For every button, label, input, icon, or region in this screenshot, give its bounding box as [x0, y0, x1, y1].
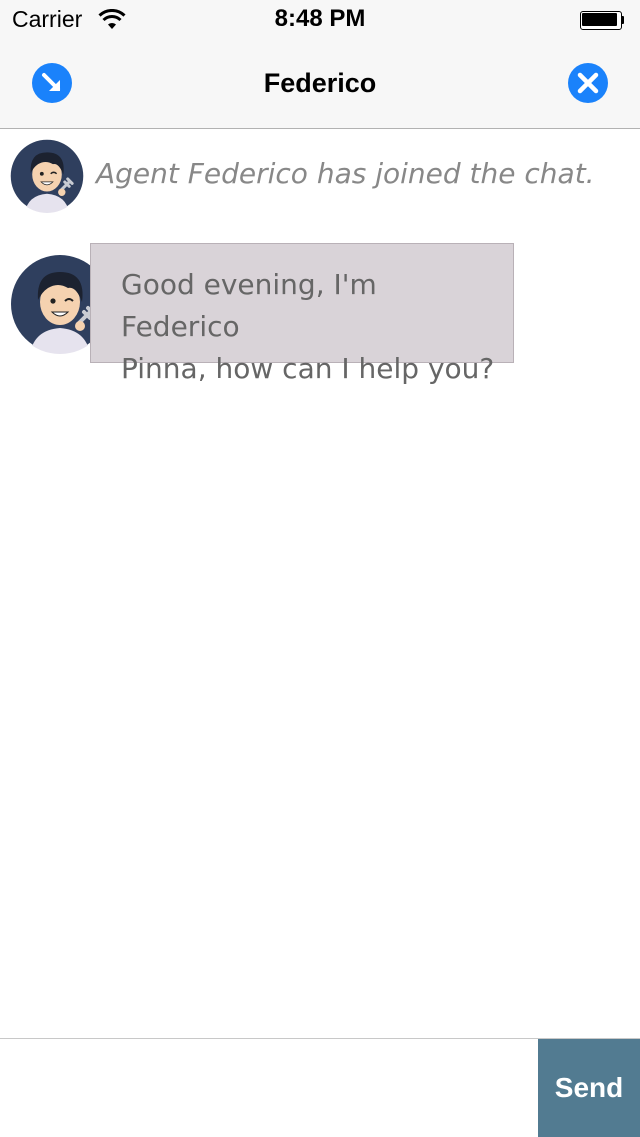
page-title: Federico [263, 68, 377, 98]
message-input[interactable] [0, 1039, 538, 1136]
navigation-bar: Federico [0, 40, 640, 129]
system-message: Agent Federico has joined the chat. [96, 157, 595, 190]
agent-message-line: Good evening, I'm Federico [121, 268, 377, 343]
chat-message-list[interactable]: Agent Federico has joined the chat. Good… [0, 129, 640, 1038]
battery-icon [580, 11, 624, 30]
message-composer: Send [0, 1038, 640, 1137]
send-button[interactable]: Send [538, 1039, 640, 1137]
agent-avatar-small [10, 139, 84, 213]
agent-message-line: Pinna, how can I help you? [121, 352, 495, 385]
status-bar: Carrier 8:48 PM [0, 0, 640, 40]
close-icon[interactable] [565, 60, 611, 106]
status-time: 8:48 PM [274, 5, 366, 32]
agent-message-bubble: Good evening, I'm Federico Pinna, how ca… [90, 243, 514, 385]
